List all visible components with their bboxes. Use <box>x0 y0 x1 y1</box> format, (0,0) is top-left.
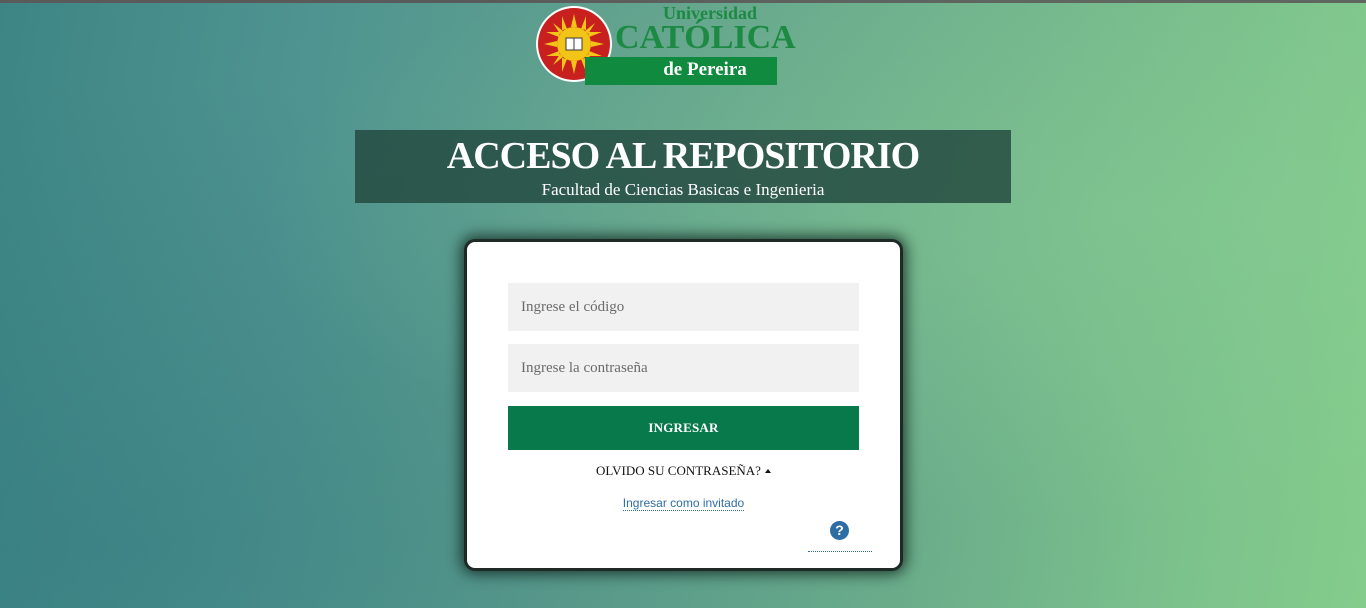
password-input[interactable] <box>508 344 859 392</box>
page-subtitle: Facultad de Ciencias Basicas e Ingenieri… <box>541 180 825 199</box>
logo-line-pereira: de Pereira <box>663 59 747 80</box>
help-underline <box>808 551 872 552</box>
login-card: INGRESAR OLVIDO SU CONTRASEÑA? Ingresar … <box>467 242 900 568</box>
page-title: ACCESO AL REPOSITORIO <box>446 135 920 177</box>
forgot-password-toggle[interactable]: OLVIDO SU CONTRASEÑA? <box>467 463 900 479</box>
caret-up-icon <box>764 469 771 473</box>
help-icon[interactable]: ? <box>830 521 849 540</box>
forgot-password-label: OLVIDO SU CONTRASEÑA? <box>596 463 761 478</box>
login-button[interactable]: INGRESAR <box>508 406 859 450</box>
guest-login-row: Ingresar como invitado <box>467 494 900 512</box>
logo-line-catolica: CATÓLICA <box>615 19 796 56</box>
university-logo: Universidad CATÓLICA de Pereira <box>533 3 796 86</box>
header-banner: ACCESO AL REPOSITORIO Facultad de Cienci… <box>355 130 1011 203</box>
guest-login-link[interactable]: Ingresar como invitado <box>622 496 745 511</box>
code-input[interactable] <box>508 283 859 331</box>
